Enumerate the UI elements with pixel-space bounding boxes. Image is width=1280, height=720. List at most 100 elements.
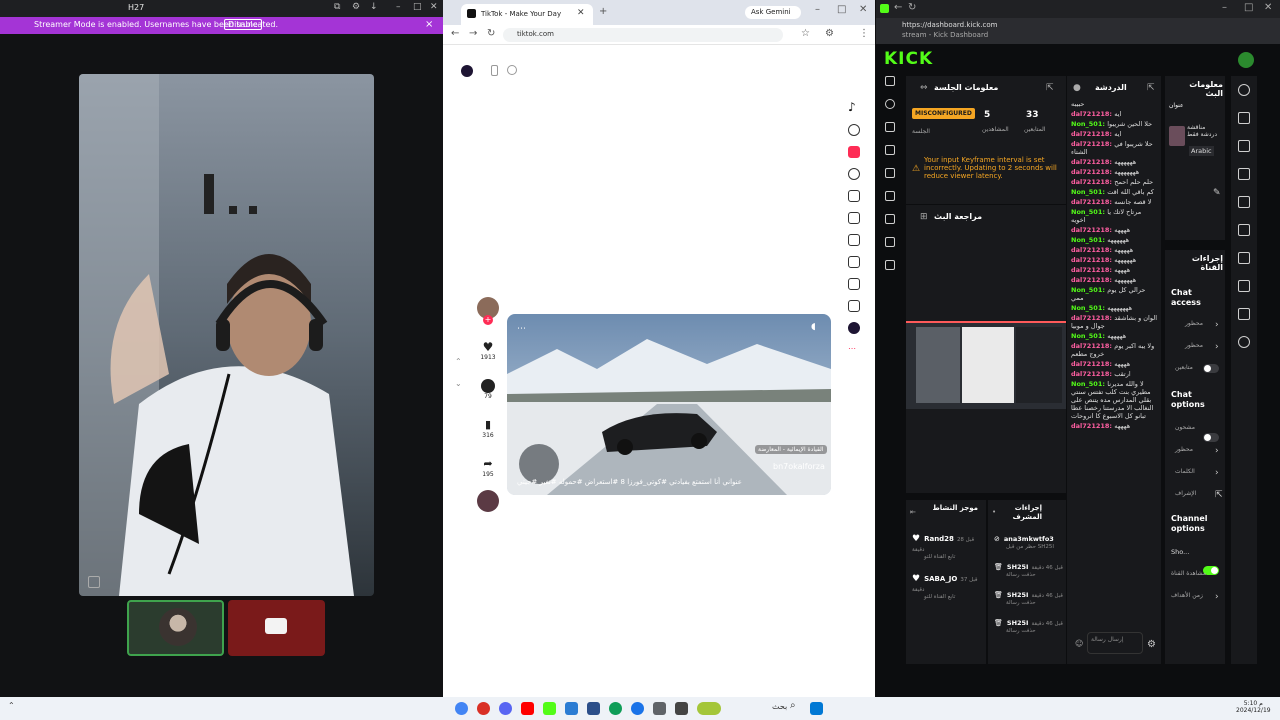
menu-kebab-icon[interactable]: ⋮ <box>859 28 869 39</box>
tab-close-icon[interactable]: ✕ <box>577 8 585 18</box>
next-video-icon[interactable]: ⌄ <box>455 379 462 388</box>
chat-username[interactable]: dal721218: <box>1071 110 1114 118</box>
slow-mode-toggle[interactable] <box>1203 433 1219 442</box>
access-option[interactable]: متابعين <box>1175 364 1193 371</box>
popout-icon[interactable]: ⇱ <box>1046 83 1054 93</box>
bookmark-star-icon[interactable]: ☆ <box>801 28 810 39</box>
chat-message[interactable]: dal721218: حلا شريبوا في الشتاء <box>1071 140 1157 156</box>
save-group[interactable]: ▮ 316 <box>477 418 499 439</box>
pencil-icon[interactable] <box>1238 112 1250 124</box>
bolt-icon[interactable] <box>1238 168 1250 180</box>
like-group[interactable]: ♥ 1913 <box>477 340 499 361</box>
chat-message[interactable]: dal721218: ارتقب <box>1071 370 1157 378</box>
minimize-icon[interactable]: – <box>1222 2 1227 13</box>
chat-username[interactable]: dal721218: <box>1071 266 1114 274</box>
chat-message[interactable]: dal721218: ولا يبه اكبر يوم خروج مطعم <box>1071 342 1157 358</box>
share-icon[interactable]: ➦ <box>481 457 495 471</box>
chat-username[interactable]: dal721218: <box>1071 130 1114 138</box>
chat-message[interactable]: dal721218: هههههههه <box>1071 168 1157 176</box>
chart-icon[interactable] <box>885 191 895 201</box>
kick-logo[interactable]: KICK <box>884 49 933 69</box>
vscode-icon[interactable] <box>565 702 578 715</box>
language-tag[interactable]: Arabic <box>1189 146 1214 156</box>
popout-icon[interactable]: ⧉ <box>334 2 340 12</box>
stats-icon[interactable] <box>885 122 895 132</box>
tiktok-video-player[interactable]: القيادة الإيمائية - المعارضة bn7okalforz… <box>507 314 831 495</box>
chat-message[interactable]: حبيبه <box>1071 100 1157 108</box>
chat-username[interactable]: Non_501: <box>1071 380 1107 388</box>
search-icon[interactable] <box>848 124 860 136</box>
chat-username[interactable]: Non_501: <box>1071 286 1107 294</box>
chat-username[interactable]: dal721218: <box>1071 178 1114 186</box>
chat-username[interactable]: Non_501: <box>1071 188 1107 196</box>
game-tag[interactable]: القيادة الإيمائية - المعارضة <box>755 445 827 454</box>
chat-username[interactable]: dal721218: <box>1071 256 1114 264</box>
comment-group[interactable]: 79 <box>477 379 499 400</box>
mod-action-item[interactable]: 🗑 SH25I قبل 46 دقيقة حذفت رسالة <box>994 618 1064 634</box>
channel-option[interactable]: مشاهدة القناة <box>1171 570 1206 577</box>
trophy-icon[interactable] <box>885 145 895 155</box>
swap-icon[interactable] <box>1238 252 1250 264</box>
list-icon[interactable] <box>1238 280 1250 292</box>
chat-username[interactable]: dal721218: <box>1071 198 1114 206</box>
chrome-icon[interactable] <box>455 702 468 715</box>
upload-icon[interactable] <box>885 260 895 270</box>
mod-action-item[interactable]: ⊘ ana3mkwtfo3 حظر من قبل SH25I <box>994 534 1064 550</box>
info-icon[interactable] <box>1238 84 1250 96</box>
chat-username[interactable]: Non_501: <box>1071 208 1107 216</box>
activity-item[interactable]: ♥ Rand28 قبل 28 دقيقة تابع القناة للتو <box>912 534 984 560</box>
channel-option[interactable]: Sho... <box>1171 548 1189 556</box>
chat-username[interactable]: dal721218: <box>1071 342 1114 350</box>
chat-username[interactable]: dal721218: <box>1071 276 1114 284</box>
edge-icon[interactable] <box>609 702 622 715</box>
access-option[interactable]: محظور <box>1185 320 1203 327</box>
chat-option[interactable]: مشحون <box>1175 424 1195 431</box>
reload-icon[interactable]: ↻ <box>487 28 495 39</box>
ask-gemini-button[interactable]: Ask Gemini <box>745 6 801 19</box>
mod-action-item[interactable]: 🗑 SH25I قبل 46 دقيقة حذفت رسالة <box>994 562 1064 578</box>
activity-icon[interactable] <box>848 278 860 290</box>
disable-streamer-mode-button[interactable]: Disable <box>224 19 262 30</box>
download-icon[interactable]: ↓ <box>370 2 378 12</box>
bookmark-icon[interactable]: ▮ <box>481 418 495 432</box>
chat-option[interactable]: الكلمات <box>1175 468 1195 475</box>
chat-username[interactable]: dal721218: <box>1071 140 1114 148</box>
mod-action-username[interactable]: SH25I <box>1007 591 1029 599</box>
link-icon[interactable] <box>885 99 895 109</box>
discord-icon[interactable] <box>499 702 512 715</box>
music-disc-icon[interactable] <box>477 490 499 512</box>
collapse-icon[interactable] <box>885 76 895 86</box>
system-tray-icon[interactable]: ⌃ <box>8 701 15 710</box>
emoji-icon[interactable]: ☺ <box>1075 639 1083 648</box>
more-options-icon[interactable]: ⋯ <box>517 324 526 334</box>
volume-icon[interactable]: ◖ <box>811 322 816 332</box>
chat-message[interactable]: Non_501: حرالي كل يوم ممي <box>1071 286 1157 302</box>
wrench-icon[interactable] <box>1238 308 1250 320</box>
close-icon[interactable]: ✕ <box>859 4 867 15</box>
clock[interactable]: 5:10 م 2024/12/19 <box>1236 700 1271 714</box>
settings-icon[interactable]: ⚙ <box>1147 639 1156 650</box>
profile-icon[interactable] <box>848 322 860 334</box>
chat-message[interactable]: dal721218: ايه <box>1071 130 1157 138</box>
mod-action-username[interactable]: ana3mkwtfo3 <box>1004 535 1054 543</box>
app-icon[interactable] <box>587 702 600 715</box>
link-icon[interactable]: ⇱ <box>1215 490 1223 500</box>
chat-username[interactable]: Non_501: <box>1071 120 1107 128</box>
settings-icon[interactable] <box>631 702 644 715</box>
minimize-icon[interactable]: – <box>815 4 820 15</box>
windows-start-icon[interactable] <box>810 702 823 715</box>
chat-message[interactable]: Non_501: حلا الحين شريبوا <box>1071 120 1157 128</box>
clipboard-icon[interactable] <box>1238 196 1250 208</box>
chat-message[interactable]: dal721218: الوان و بشاشقد جوال و موبيا <box>1071 314 1157 330</box>
pin-icon[interactable]: • <box>992 508 996 516</box>
maximize-icon[interactable]: □ <box>413 2 422 12</box>
chat-username[interactable]: Non_501: <box>1071 236 1107 244</box>
kick-url[interactable]: https://dashboard.kick.com <box>902 21 997 29</box>
tools-icon[interactable] <box>885 214 895 224</box>
back-icon[interactable]: ← <box>894 2 902 13</box>
extensions-icon[interactable]: ⚙ <box>825 28 834 39</box>
chat-message[interactable]: dal721218: ههههه <box>1071 226 1157 234</box>
channel-option[interactable]: زمن الأهداف <box>1171 592 1203 599</box>
chat-username[interactable]: dal721218: <box>1071 360 1114 368</box>
chat-message[interactable]: dal721218: هههههه <box>1071 246 1157 254</box>
